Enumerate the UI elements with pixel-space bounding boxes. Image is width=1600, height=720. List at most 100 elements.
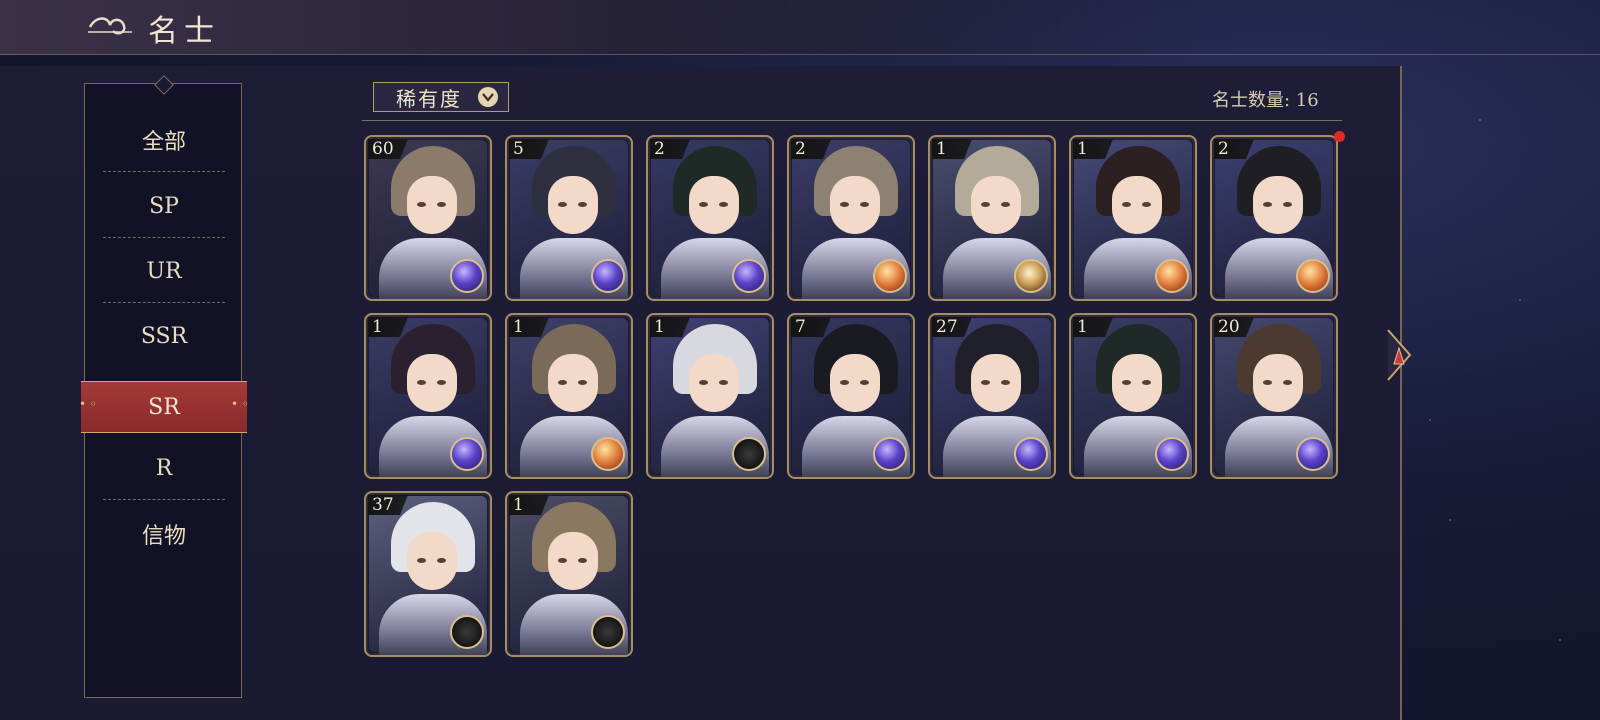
portrait-face bbox=[407, 176, 457, 234]
category-label: UR bbox=[146, 258, 182, 284]
hero-card[interactable]: 1 bbox=[364, 313, 492, 479]
category-label: SP bbox=[149, 193, 179, 219]
portrait-eye bbox=[417, 558, 426, 563]
gold-coin-icon bbox=[1014, 259, 1048, 293]
cloud-ornament-icon bbox=[88, 17, 132, 35]
hero-card[interactable]: 2 bbox=[787, 135, 915, 301]
portrait-eye bbox=[578, 380, 587, 385]
portrait-face bbox=[548, 354, 598, 412]
hero-card[interactable]: 7 bbox=[787, 313, 915, 479]
portrait-eye bbox=[860, 380, 869, 385]
gold-orb-icon bbox=[1155, 259, 1189, 293]
portrait-eye bbox=[1122, 202, 1131, 207]
category-label: 信物 bbox=[141, 524, 186, 549]
portrait-eye bbox=[1001, 380, 1010, 385]
portrait-eye bbox=[558, 380, 567, 385]
notification-dot bbox=[1334, 131, 1345, 142]
portrait-face bbox=[407, 532, 457, 590]
category-label: SSR bbox=[140, 323, 188, 349]
portrait-eye bbox=[417, 202, 426, 207]
portrait-face bbox=[548, 176, 598, 234]
portrait-face bbox=[1112, 354, 1162, 412]
hero-card[interactable]: 1 bbox=[505, 313, 633, 479]
purple-orb-icon bbox=[450, 259, 484, 293]
hero-card[interactable]: 27 bbox=[928, 313, 1056, 479]
hero-card[interactable]: 1 bbox=[646, 313, 774, 479]
gold-orb-icon bbox=[591, 437, 625, 471]
portrait-eye bbox=[437, 380, 446, 385]
purple-orb-icon bbox=[1155, 437, 1189, 471]
header-divider bbox=[362, 120, 1342, 121]
portrait-eye bbox=[417, 380, 426, 385]
portrait-eye bbox=[578, 558, 587, 563]
portrait-eye bbox=[1122, 380, 1131, 385]
category-r[interactable]: R bbox=[85, 436, 243, 500]
portrait-eye bbox=[1283, 380, 1292, 385]
hero-card[interactable]: 5 bbox=[505, 135, 633, 301]
portrait-face bbox=[1112, 176, 1162, 234]
rarity-filter-dropdown[interactable]: 稀有度 bbox=[373, 82, 509, 112]
hero-card[interactable]: 37 bbox=[364, 491, 492, 657]
hero-card[interactable]: 1 bbox=[1069, 313, 1197, 479]
portrait-eye bbox=[437, 202, 446, 207]
category-sp[interactable]: SP bbox=[85, 174, 243, 238]
gold-orb-icon bbox=[1296, 259, 1330, 293]
portrait-eye bbox=[840, 202, 849, 207]
purple-orb-icon bbox=[1296, 437, 1330, 471]
dark-medal-icon bbox=[591, 615, 625, 649]
dark-medal-icon bbox=[732, 437, 766, 471]
dark-medal-icon bbox=[450, 615, 484, 649]
portrait-eye bbox=[860, 202, 869, 207]
category-keepsake[interactable]: 信物 bbox=[85, 502, 243, 566]
portrait-eye bbox=[981, 202, 990, 207]
portrait-eye bbox=[699, 202, 708, 207]
category-ssr[interactable]: SSR bbox=[85, 304, 243, 368]
portrait-face bbox=[689, 176, 739, 234]
portrait-face bbox=[971, 176, 1021, 234]
hero-card[interactable]: 2 bbox=[646, 135, 774, 301]
purple-orb-icon bbox=[732, 259, 766, 293]
portrait-eye bbox=[1142, 380, 1151, 385]
portrait-eye bbox=[1263, 380, 1272, 385]
category-label: R bbox=[155, 455, 173, 481]
side-tab-arrow-icon[interactable] bbox=[1386, 320, 1416, 390]
hero-card[interactable]: 1 bbox=[928, 135, 1056, 301]
portrait-eye bbox=[840, 380, 849, 385]
portrait-eye bbox=[558, 558, 567, 563]
portrait-eye bbox=[578, 202, 587, 207]
hero-count: 名士数量: 16 bbox=[1212, 90, 1319, 111]
category-all[interactable]: 全部 bbox=[85, 108, 243, 172]
portrait-eye bbox=[1263, 202, 1272, 207]
portrait-face bbox=[407, 354, 457, 412]
portrait-face bbox=[1253, 354, 1303, 412]
portrait-face bbox=[830, 354, 880, 412]
hero-card[interactable]: 60 bbox=[364, 135, 492, 301]
portrait-eye bbox=[719, 380, 728, 385]
hero-card[interactable]: 1 bbox=[1069, 135, 1197, 301]
category-label: SR bbox=[148, 394, 180, 420]
filter-label: 稀有度 bbox=[396, 86, 462, 111]
portrait-face bbox=[689, 354, 739, 412]
purple-orb-icon bbox=[873, 437, 907, 471]
portrait-face bbox=[971, 354, 1021, 412]
portrait-eye bbox=[699, 380, 708, 385]
portrait-eye bbox=[719, 202, 728, 207]
portrait-face bbox=[548, 532, 598, 590]
top-bar: 名士 bbox=[0, 0, 1600, 55]
portrait-eye bbox=[1001, 202, 1010, 207]
portrait-face bbox=[830, 176, 880, 234]
category-ur[interactable]: UR bbox=[85, 239, 243, 303]
hero-card[interactable]: 20 bbox=[1210, 313, 1338, 479]
purple-orb-icon bbox=[591, 259, 625, 293]
portrait-eye bbox=[437, 558, 446, 563]
category-label: 全部 bbox=[141, 130, 186, 155]
purple-orb-icon bbox=[1014, 437, 1048, 471]
hero-card[interactable]: 2 bbox=[1210, 135, 1338, 301]
page-title: 名士 bbox=[148, 14, 220, 49]
portrait-eye bbox=[981, 380, 990, 385]
category-sr[interactable]: SR bbox=[79, 381, 249, 433]
hero-card[interactable]: 1 bbox=[505, 491, 633, 657]
portrait-eye bbox=[1283, 202, 1292, 207]
portrait-eye bbox=[558, 202, 567, 207]
portrait-eye bbox=[1142, 202, 1151, 207]
